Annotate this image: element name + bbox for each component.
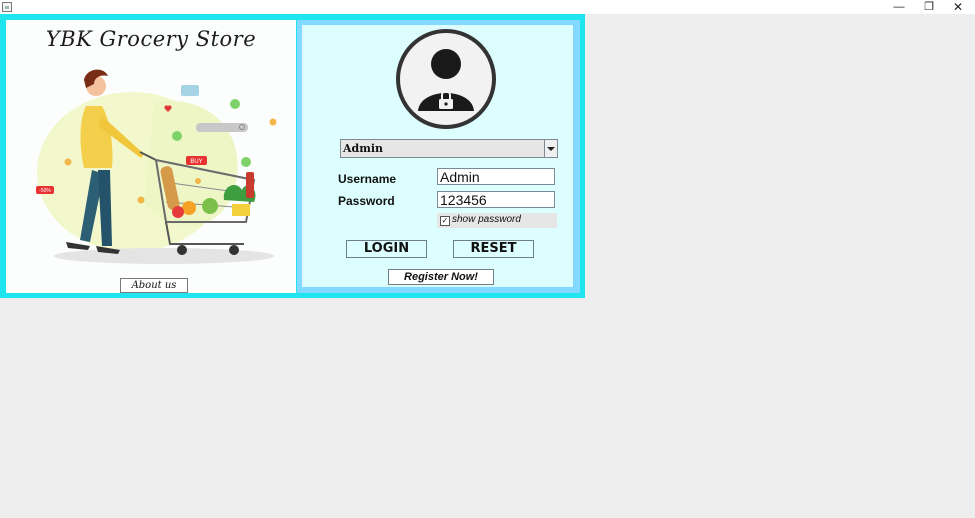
register-now-button[interactable]: Register Now! [388, 269, 494, 285]
coin-icon [137, 196, 145, 204]
cart-wheel [229, 245, 239, 255]
cabbage-icon [202, 198, 218, 214]
password-field[interactable]: 123456 [437, 191, 555, 208]
show-password-checkbox[interactable]: ✓ show password [437, 213, 557, 228]
coin-icon [195, 178, 201, 184]
role-select-value: Admin [343, 142, 384, 155]
user-lock-avatar-icon [396, 29, 496, 129]
coin-icon [269, 118, 277, 126]
basket-icon [181, 85, 199, 96]
search-bar-icon [196, 123, 248, 132]
show-password-label: show password [452, 214, 521, 225]
person-shoe [66, 242, 90, 250]
minimize-button[interactable]: — [885, 0, 913, 14]
cart-wheel [177, 245, 187, 255]
close-button[interactable]: ✕ [944, 0, 972, 14]
buy-badge-label: BUY [190, 159, 202, 165]
role-select[interactable]: Admin [340, 139, 558, 158]
apple-icon [172, 206, 184, 218]
maximize-button[interactable]: ❐ [915, 0, 943, 14]
bottle-icon [246, 172, 254, 198]
check-icon [172, 131, 182, 141]
store-title: YBK Grocery Store [45, 27, 257, 51]
discount-badge-label: -50% [39, 188, 51, 194]
cheese-icon [232, 204, 250, 216]
username-field[interactable]: Admin [437, 168, 555, 185]
login-button[interactable]: LOGIN [346, 240, 427, 258]
reset-button[interactable]: RESET [453, 240, 534, 258]
password-label: Password [338, 194, 395, 208]
ground-shadow [54, 248, 274, 264]
java-app-icon [2, 2, 12, 12]
check-icon [241, 157, 251, 167]
title-bar: — ❐ ✕ [0, 0, 975, 14]
coin-icon [64, 158, 72, 166]
chevron-down-icon[interactable] [544, 140, 557, 157]
about-us-button[interactable]: About us [120, 278, 188, 293]
orange-icon [182, 201, 196, 215]
shopping-illustration: BUY -50% [36, 69, 277, 264]
username-label: Username [338, 172, 397, 186]
checkbox-check-icon[interactable]: ✓ [440, 216, 450, 226]
check-icon [230, 99, 240, 109]
